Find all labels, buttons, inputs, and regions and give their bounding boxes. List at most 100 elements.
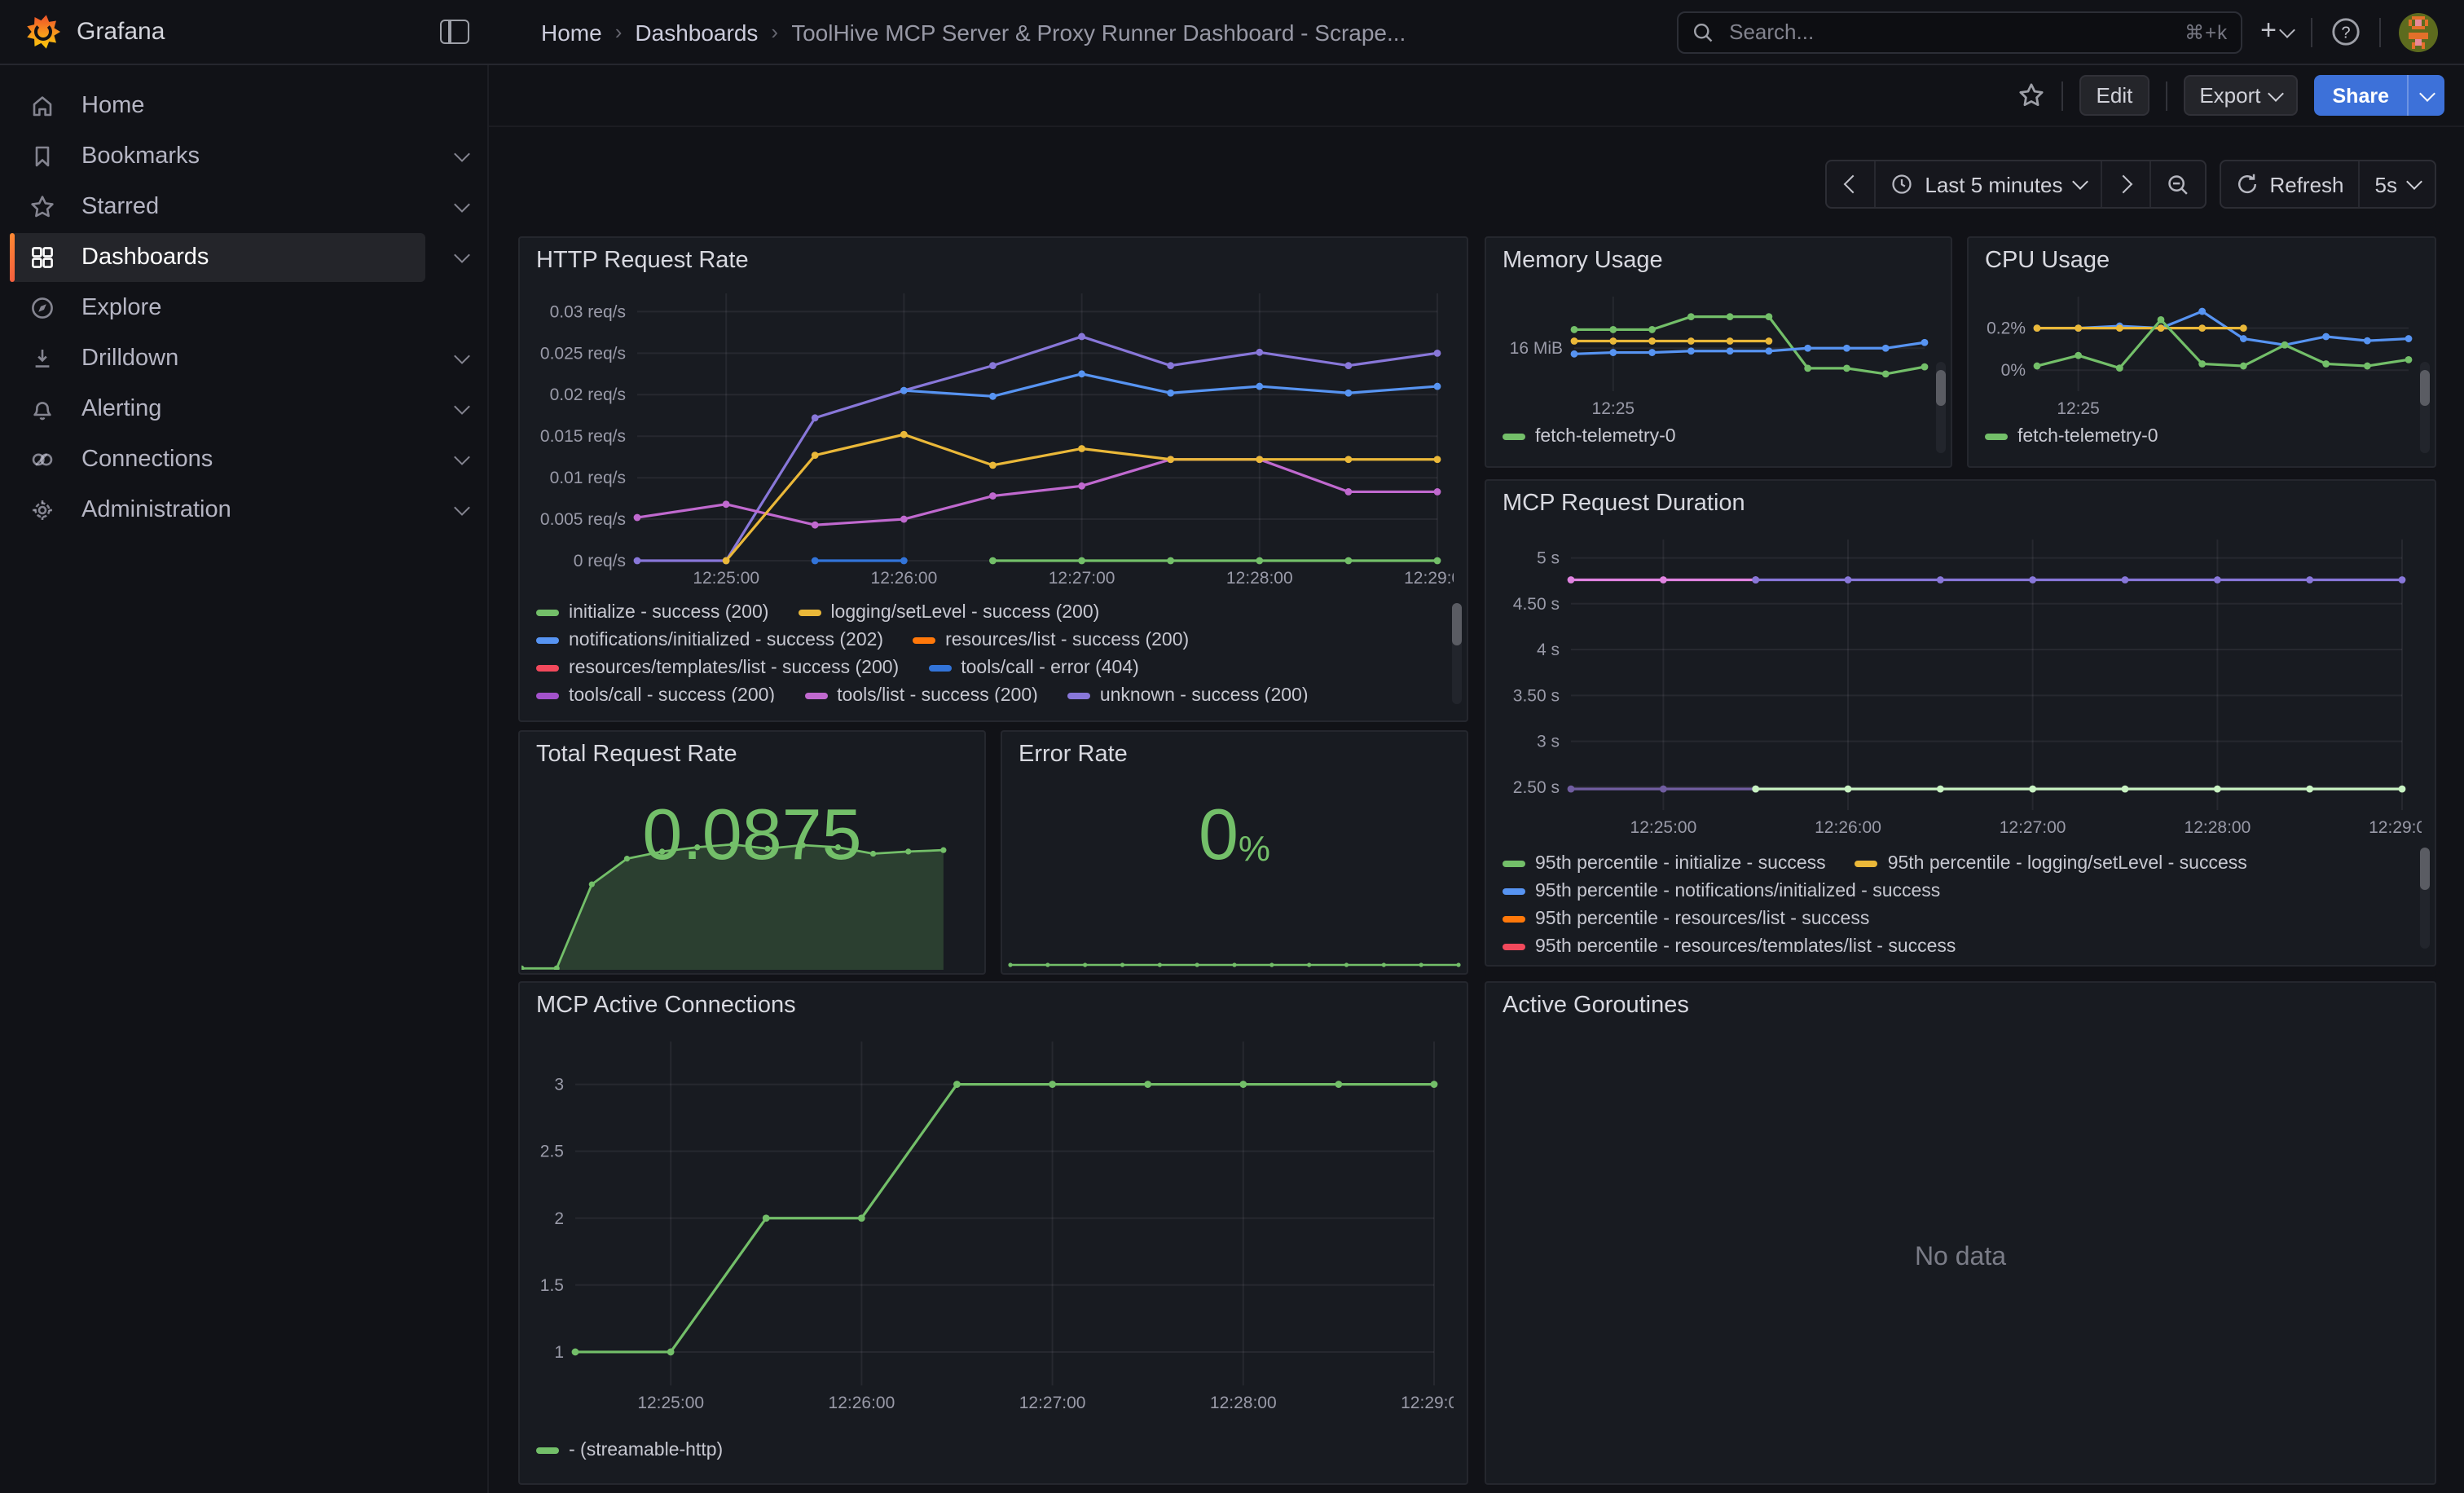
divider xyxy=(2062,81,2064,110)
cpu-usage-chart[interactable]: 0.2%0%12:25 xyxy=(1982,277,2422,417)
time-range-picker[interactable]: Last 5 minutes xyxy=(1874,161,2100,207)
panel-title[interactable]: MCP Active Connections xyxy=(536,993,796,1019)
drilldown-icon xyxy=(29,346,55,372)
search-shortcut: ⌘+k xyxy=(2185,20,2228,43)
sidebar-item-home[interactable]: Home xyxy=(10,81,425,130)
svg-text:3.50 s: 3.50 s xyxy=(1513,686,1560,705)
grafana-logo-icon[interactable] xyxy=(26,15,60,49)
legend-item[interactable]: 95th percentile - initialize - success xyxy=(1503,853,1826,873)
share-menu-button[interactable] xyxy=(2407,75,2444,116)
panel-title[interactable]: HTTP Request Rate xyxy=(536,248,749,274)
panel-title[interactable]: Memory Usage xyxy=(1503,248,1663,274)
sidebar-item-bookmarks[interactable]: Bookmarks xyxy=(10,132,425,181)
legend-item[interactable]: fetch-telemetry-0 xyxy=(1503,426,1676,446)
breadcrumb: Home › Dashboards › ToolHive MCP Server … xyxy=(489,19,1677,45)
legend-item[interactable]: initialize - success (200) xyxy=(536,602,768,622)
legend-item[interactable]: - (streamable-http) xyxy=(536,1440,723,1460)
refresh-interval-select[interactable]: 5s xyxy=(2359,161,2435,207)
share-button[interactable]: Share xyxy=(2315,75,2408,116)
legend-item[interactable]: resources/templates/list - success (200) xyxy=(536,658,899,677)
error-rate-sparkline[interactable] xyxy=(1004,771,1465,970)
sidebar-item-explore[interactable]: Explore xyxy=(10,284,425,333)
mcp-active-connections-chart[interactable]: 11.522.5312:25:0012:26:0012:27:0012:28:0… xyxy=(533,1025,1454,1426)
legend-scrollbar[interactable] xyxy=(1936,362,1946,453)
sidebar-item-administration[interactable]: Administration xyxy=(10,486,425,535)
svg-text:12:26:00: 12:26:00 xyxy=(871,569,938,588)
nav-left: Grafana xyxy=(0,15,489,49)
chevron-down-icon[interactable] xyxy=(454,500,470,516)
grid-icon xyxy=(29,244,55,271)
sidebar-item-starred[interactable]: Starred xyxy=(10,183,425,231)
chevron-down-icon[interactable] xyxy=(454,196,470,213)
svg-text:12:28:00: 12:28:00 xyxy=(1210,1394,1277,1412)
svg-text:0.005 req/s: 0.005 req/s xyxy=(540,510,626,529)
add-new-button[interactable]: + xyxy=(2260,20,2293,44)
divider xyxy=(2311,17,2312,46)
legend-item[interactable]: resources/list - success (200) xyxy=(913,630,1189,650)
refresh-group: Refresh 5s xyxy=(2219,160,2436,209)
chevron-down-icon[interactable] xyxy=(454,247,470,263)
chevron-down-icon[interactable] xyxy=(454,146,470,162)
help-icon[interactable]: ? xyxy=(2330,16,2361,47)
http-request-rate-chart[interactable]: 0 req/s0.005 req/s0.01 req/s0.015 req/s0… xyxy=(533,280,1454,593)
svg-text:0 req/s: 0 req/s xyxy=(574,552,626,570)
chevron-down-icon[interactable] xyxy=(454,399,470,415)
legend-item[interactable]: tools/list - success (200) xyxy=(804,685,1038,702)
favorite-star-icon[interactable] xyxy=(2018,81,2046,109)
panel-title[interactable]: Total Request Rate xyxy=(536,742,737,768)
legend-item[interactable]: unknown - success (200) xyxy=(1067,685,1309,702)
legend-item[interactable]: logging/setLevel - success (200) xyxy=(798,602,1099,622)
memory-usage-chart[interactable]: 16 MiB12:25 xyxy=(1499,277,1938,417)
mcp-request-duration-chart[interactable]: 5 s4.50 s4 s3.50 s3 s2.50 s12:25:0012:26… xyxy=(1499,523,2422,844)
sidebar-item-drilldown[interactable]: Drilldown xyxy=(10,334,425,383)
search-box[interactable]: ⌘+k xyxy=(1677,11,2242,53)
legend-scrollbar[interactable] xyxy=(2420,848,2430,949)
sidebar-toggle-icon[interactable] xyxy=(440,20,469,44)
total-request-rate-sparkline[interactable] xyxy=(521,771,983,970)
chevron-left-icon xyxy=(1844,175,1863,194)
chevron-down-icon[interactable] xyxy=(454,449,470,465)
breadcrumb-dashboards[interactable]: Dashboards xyxy=(635,19,758,45)
refresh-button[interactable]: Refresh xyxy=(2220,161,2358,207)
time-back-button[interactable] xyxy=(1827,161,1874,207)
panel-title[interactable]: CPU Usage xyxy=(1985,248,2110,274)
panel-title[interactable]: Active Goroutines xyxy=(1503,993,1689,1019)
chevron-down-icon xyxy=(2268,85,2285,101)
sidebar-item-dashboards[interactable]: Dashboards xyxy=(10,233,425,282)
breadcrumb-home[interactable]: Home xyxy=(541,19,602,45)
panel-title[interactable]: MCP Request Duration xyxy=(1503,491,1745,517)
panel-title[interactable]: Error Rate xyxy=(1019,742,1128,768)
legend-item[interactable]: fetch-telemetry-0 xyxy=(1985,426,2158,446)
legend-item[interactable]: 95th percentile - resources/templates/li… xyxy=(1503,936,1956,952)
svg-text:12:27:00: 12:27:00 xyxy=(1049,569,1115,588)
panel-active-goroutines: Active Goroutines No data xyxy=(1485,981,2436,1485)
svg-text:4.50 s: 4.50 s xyxy=(1513,595,1560,614)
legend-scrollbar[interactable] xyxy=(1452,603,1462,704)
search-input[interactable] xyxy=(1726,18,2173,46)
edit-button[interactable]: Edit xyxy=(2080,75,2149,116)
sidebar-item-connections[interactable]: Connections xyxy=(10,435,425,484)
home-icon xyxy=(29,93,55,119)
legend-item[interactable]: notifications/initialized - success (202… xyxy=(536,630,883,650)
time-forward-button[interactable] xyxy=(2100,161,2149,207)
legend-item[interactable]: tools/call - error (404) xyxy=(928,658,1139,677)
chevron-down-icon[interactable] xyxy=(454,348,470,364)
user-avatar[interactable] xyxy=(2399,12,2438,51)
zoom-out-button[interactable] xyxy=(2149,161,2204,207)
legend-item[interactable]: 95th percentile - logging/setLevel - suc… xyxy=(1855,853,2247,873)
chevron-down-icon xyxy=(2279,21,2295,37)
svg-text:1: 1 xyxy=(554,1343,564,1362)
chevron-down-icon xyxy=(2072,174,2088,190)
sidebar-item-alerting[interactable]: Alerting xyxy=(10,385,425,434)
chevron-down-icon xyxy=(2418,85,2435,101)
legend-scrollbar[interactable] xyxy=(2420,362,2430,453)
divider xyxy=(2379,17,2381,46)
dashboard-toolbar: Edit Export Share xyxy=(489,65,2464,127)
export-button[interactable]: Export xyxy=(2183,75,2298,116)
legend-item[interactable]: 95th percentile - notifications/initiali… xyxy=(1503,881,1940,901)
legend-item[interactable]: 95th percentile - resources/list - succe… xyxy=(1503,909,1869,928)
svg-text:12:29:00: 12:29:00 xyxy=(1401,1394,1454,1412)
svg-text:0.025 req/s: 0.025 req/s xyxy=(540,344,626,363)
chart-legend: fetch-telemetry-0 xyxy=(1982,417,2422,455)
legend-item[interactable]: tools/call - success (200) xyxy=(536,685,775,702)
